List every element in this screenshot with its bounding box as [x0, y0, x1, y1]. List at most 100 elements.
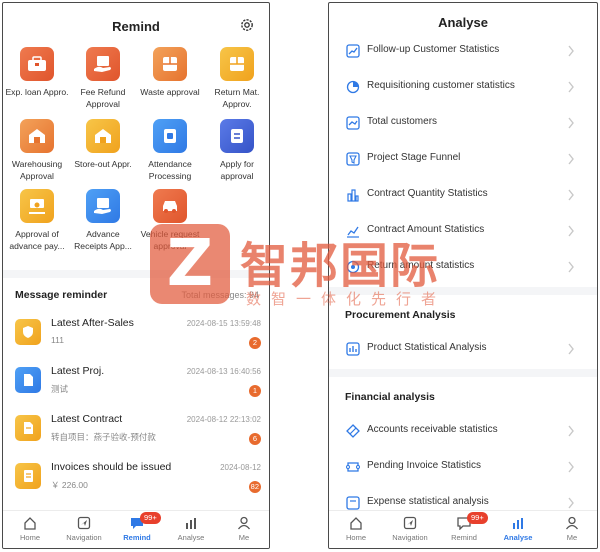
approval-label: Waste approval [140, 87, 200, 97]
message-item[interactable]: Latest Proj. 测试 2024-08-13 16:40:56 1 [3, 361, 269, 409]
message-date: 2024-08-12 [220, 463, 261, 472]
approval-apply[interactable]: Apply for approval [203, 119, 269, 182]
approval-label: Approval of advance pay... [9, 229, 65, 251]
approval-label: Warehousing Approval [11, 159, 63, 181]
analysis-item[interactable]: Total customers [329, 105, 597, 141]
analysis-item[interactable]: Return amount statistics [329, 249, 597, 285]
home-icon [24, 517, 36, 530]
tab-home[interactable]: Home [3, 516, 57, 542]
tab-label: Analyse [503, 533, 533, 542]
tab-label: Navigation [66, 533, 102, 542]
chevron-right-icon [568, 461, 574, 473]
analysis-item[interactable]: Requisitioning customer statistics [329, 69, 597, 105]
approval-fee-refund[interactable]: Fee Refund Approval [69, 47, 137, 110]
tab-analyse[interactable]: Analyse [491, 516, 545, 542]
analysis-item[interactable]: Pending Invoice Statistics [329, 449, 597, 485]
message-item[interactable]: Latest Contract 转自项目：燕子验收-预付款 2024-08-12… [3, 409, 269, 457]
expense-chart-icon [346, 496, 360, 510]
bar-chart-icon [186, 518, 196, 529]
expense-loan-icon [20, 47, 54, 81]
fee-refund-icon [86, 47, 120, 81]
return-chart-icon [346, 260, 360, 274]
shield-icon [15, 319, 41, 345]
analysis-item-label: Return amount statistics [367, 260, 475, 271]
tab-remind[interactable]: 99+ Remind [437, 512, 491, 542]
gear-icon[interactable] [239, 17, 255, 33]
tab-label: Me [238, 533, 250, 542]
remind-screen: Remind Exp. loan Appro. Fee Refund Appro… [2, 2, 270, 549]
financial-header: Financial analysis [345, 391, 435, 403]
analysis-item[interactable]: Follow-up Customer Statistics [329, 33, 597, 69]
messages-header: Message reminder [15, 289, 108, 301]
analysis-item-label: Contract Quantity Statistics [367, 188, 488, 199]
funnel-icon [346, 152, 360, 166]
tab-bar: Home Navigation 99+ Remind Analyse Me [329, 510, 597, 548]
pie-chart-icon [346, 80, 360, 94]
warehouse-icon [20, 119, 54, 153]
approval-attendance[interactable]: Attendance Processing [136, 119, 204, 182]
analyse-screen: Analyse Follow-up Customer Statistics Re… [328, 2, 598, 549]
tab-home[interactable]: Home [329, 516, 383, 542]
analysis-item[interactable]: Product Statistical Analysis [329, 331, 597, 367]
approval-store-out[interactable]: Store-out Appr. [69, 119, 137, 170]
message-item[interactable]: Latest After-Sales 111 2024-08-15 13:59:… [3, 313, 269, 361]
waste-icon [153, 47, 187, 81]
notification-badge: 99+ [140, 512, 161, 524]
tab-navigation[interactable]: Navigation [57, 516, 111, 542]
approval-exp-loan[interactable]: Exp. loan Appro. [3, 47, 71, 98]
navigation-icon [403, 516, 417, 530]
analysis-item-label: Contract Amount Statistics [367, 224, 485, 235]
message-count-badge: 82 [248, 481, 261, 493]
home-icon [350, 517, 362, 530]
invoice-icon [15, 463, 41, 489]
message-title: Latest Proj. [51, 365, 105, 377]
approval-label: Attendance Processing [148, 159, 192, 181]
tab-label: Me [566, 533, 578, 542]
message-item[interactable]: Invoices should be issued ￥ 226.00 2024-… [3, 457, 269, 505]
chevron-right-icon [568, 425, 574, 437]
approval-return-mat[interactable]: Return Mat. Approv. [203, 47, 269, 110]
tab-analyse[interactable]: Analyse [164, 516, 218, 542]
analysis-item[interactable]: Contract Quantity Statistics [329, 177, 597, 213]
chevron-right-icon [568, 117, 574, 129]
tab-navigation[interactable]: Navigation [383, 516, 437, 542]
bar-chart-icon [513, 518, 523, 529]
chevron-right-icon [568, 81, 574, 93]
tab-label: Remind [451, 533, 477, 542]
tab-remind[interactable]: 99+ Remind [110, 512, 164, 542]
messages-total: Total messages: 94 [181, 290, 259, 300]
procurement-header: Procurement Analysis [345, 309, 456, 321]
approval-advance-receipts[interactable]: Advance Receipts App... [69, 189, 137, 252]
project-document-icon [15, 367, 41, 393]
approval-waste[interactable]: Waste approval [136, 47, 204, 98]
tab-me[interactable]: Me [217, 516, 269, 542]
contract-icon [15, 415, 41, 441]
analysis-item-label: Expense statistical analysis [367, 496, 489, 507]
approval-advance-payment[interactable]: Approval of advance pay... [3, 189, 71, 252]
chevron-right-icon [568, 45, 574, 57]
approval-warehousing[interactable]: Warehousing Approval [3, 119, 71, 182]
chevron-right-icon [568, 497, 574, 509]
message-subtitle: 测试 [51, 384, 69, 394]
page-title: Remind [112, 19, 160, 34]
chevron-right-icon [568, 153, 574, 165]
message-date: 2024-08-13 16:40:56 [186, 367, 261, 376]
message-date: 2024-08-12 22:13:02 [186, 415, 261, 424]
message-title: Latest Contract [51, 413, 123, 425]
chevron-right-icon [568, 343, 574, 355]
tab-label: Home [345, 533, 366, 542]
analysis-item-label: Total customers [367, 116, 438, 127]
tab-label: Home [19, 533, 40, 542]
analysis-item[interactable]: Accounts receivable statistics [329, 413, 597, 449]
person-icon [237, 516, 251, 530]
tab-me[interactable]: Me [545, 516, 597, 542]
approval-vehicle[interactable]: Vehicle request approval [136, 189, 204, 252]
approval-label: Exp. loan Appro. [5, 87, 69, 97]
approval-label: Fee Refund Approval [80, 87, 126, 109]
chevron-right-icon [568, 261, 574, 273]
bar-chart-icon [347, 189, 359, 202]
approval-label: Return Mat. Approv. [214, 87, 260, 109]
message-subtitle: 111 [51, 335, 64, 345]
analysis-item[interactable]: Project Stage Funnel [329, 141, 597, 177]
analysis-item[interactable]: Contract Amount Statistics [329, 213, 597, 249]
